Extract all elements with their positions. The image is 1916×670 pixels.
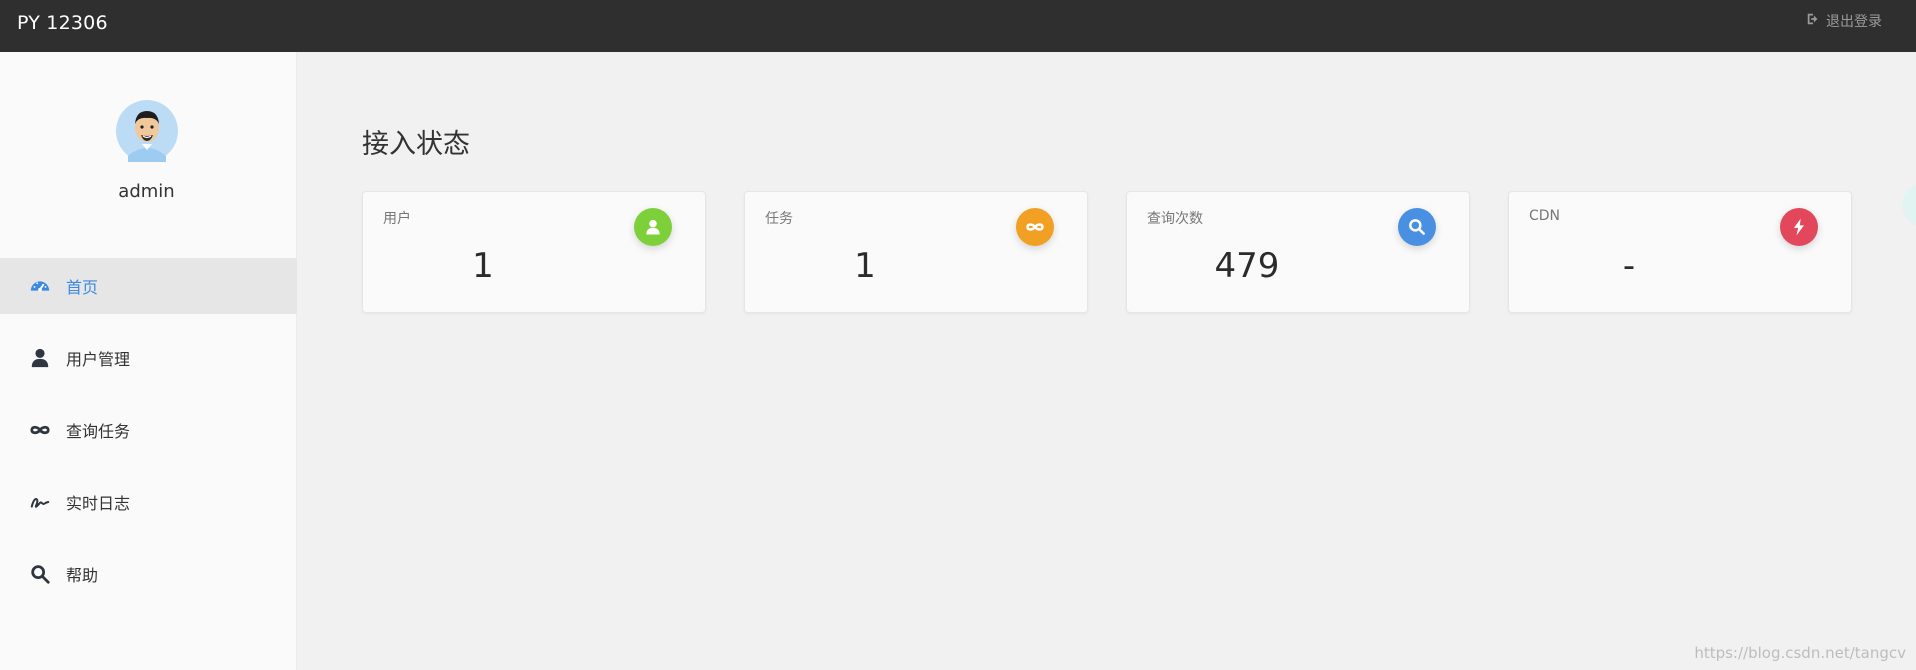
sidebar-nav: 首页 用户管理 查询任务 实时日志 帮助 xyxy=(0,258,297,618)
stat-value: 1 xyxy=(854,246,876,286)
stat-label: 任务 xyxy=(765,211,793,227)
top-bar: PY 12306 退出登录 xyxy=(0,0,1916,52)
user-icon xyxy=(634,208,672,246)
user-icon xyxy=(28,346,52,370)
stat-label: 用户 xyxy=(383,211,411,227)
dashboard-icon xyxy=(28,274,52,298)
logout-label: 退出登录 xyxy=(1826,14,1882,30)
sidebar-item-home[interactable]: 首页 xyxy=(0,258,297,314)
page-title: 接入状态 xyxy=(362,129,470,160)
main-content: 接入状态 用户 1 任务 1 查询次数 479 CDN - https://bl… xyxy=(298,52,1916,670)
stat-label: 查询次数 xyxy=(1147,211,1203,227)
sidebar-item-live-log[interactable]: 实时日志 xyxy=(0,474,297,530)
stat-card-users: 用户 1 xyxy=(362,191,706,313)
avatar xyxy=(116,100,178,162)
search-icon xyxy=(28,562,52,586)
sidebar-item-query-tasks[interactable]: 查询任务 xyxy=(0,402,297,458)
bolt-icon xyxy=(1780,208,1818,246)
sidebar-item-label: 首页 xyxy=(66,278,99,297)
sidebar-item-help[interactable]: 帮助 xyxy=(0,546,297,602)
stat-label: CDN xyxy=(1529,208,1561,224)
sidebar-item-label: 帮助 xyxy=(66,566,99,585)
floating-edge-button[interactable] xyxy=(1902,183,1916,227)
sidebar-item-label: 查询任务 xyxy=(66,422,131,441)
sidebar-item-label: 用户管理 xyxy=(66,350,131,369)
stat-value: - xyxy=(1622,246,1636,286)
stat-card-tasks: 任务 1 xyxy=(744,191,1088,313)
sidebar-item-user-management[interactable]: 用户管理 xyxy=(0,330,297,386)
watermark: https://blog.csdn.net/tangcv xyxy=(1694,644,1906,662)
sidebar-item-label: 实时日志 xyxy=(66,494,131,513)
username: admin xyxy=(118,181,175,202)
infinity-icon xyxy=(1016,208,1054,246)
stat-card-queries: 查询次数 479 xyxy=(1126,191,1470,313)
search-icon xyxy=(1398,208,1436,246)
stat-value: 479 xyxy=(1214,246,1280,286)
stat-card-cdn: CDN - xyxy=(1508,191,1852,313)
logout-button[interactable]: 退出登录 xyxy=(1806,11,1882,31)
infinity-icon xyxy=(28,418,52,442)
stat-value: 1 xyxy=(472,246,494,286)
app-title[interactable]: PY 12306 xyxy=(17,12,108,34)
sign-out-icon xyxy=(1806,12,1820,30)
sidebar: admin 首页 用户管理 查询任务 实时日志 帮助 xyxy=(0,52,297,670)
signature-icon xyxy=(28,490,52,514)
